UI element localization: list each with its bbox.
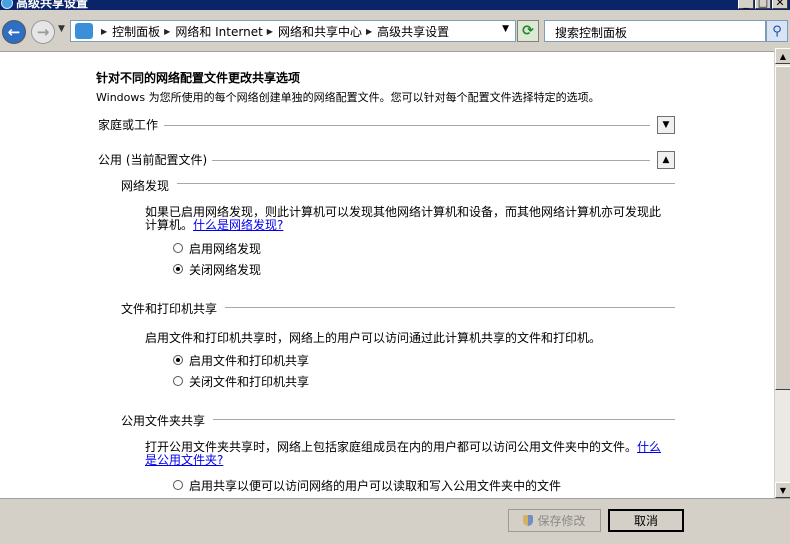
cancel-button[interactable]: 取消 xyxy=(608,509,684,532)
chevron-down-icon: ▼ xyxy=(779,485,787,495)
label-enable-file-printer-sharing[interactable]: 启用文件和打印机共享 xyxy=(189,352,309,369)
save-changes-button[interactable]: 保存修改 xyxy=(508,509,601,532)
divider xyxy=(212,160,650,161)
chevron-down-icon[interactable]: ▼ xyxy=(502,24,509,34)
title-bar: 高级共享设置 _ □ ✕ xyxy=(0,0,790,10)
window-title: 高级共享设置 xyxy=(16,0,89,10)
label-disable-file-printer-sharing[interactable]: 关闭文件和打印机共享 xyxy=(189,373,309,390)
scroll-down-button[interactable]: ▼ xyxy=(775,482,790,498)
profile-home-work-label[interactable]: 家庭或工作 xyxy=(98,116,158,133)
chevron-right-icon[interactable]: ▶ xyxy=(101,27,107,36)
refresh-button[interactable]: ⟳ xyxy=(517,20,539,42)
section-title-public-folder-sharing: 公用文件夹共享 xyxy=(121,414,206,428)
expand-home-work-button[interactable]: ▼ xyxy=(657,116,675,134)
file-printer-sharing-description: 启用文件和打印机共享时，网络上的用户可以访问通过此计算机共享的文件和打印机。 xyxy=(145,331,602,345)
label-disable-network-discovery[interactable]: 关闭网络发现 xyxy=(189,261,261,278)
refresh-icon: ⟳ xyxy=(522,23,534,39)
label-enable-network-discovery[interactable]: 启用网络发现 xyxy=(189,240,261,257)
footer-bar: 保存修改 取消 xyxy=(0,498,790,544)
label-enable-public-folder-sharing[interactable]: 启用共享以便可以访问网络的用户可以读取和写入公用文件夹中的文件 xyxy=(189,477,561,494)
maximize-button[interactable]: □ xyxy=(755,0,771,9)
divider xyxy=(225,307,675,308)
public-folder-desc-line1: 打开公用文件夹共享时，网络上包括家庭组成员在内的用户都可以访问公用文件夹中的文件… xyxy=(145,440,638,454)
network-discovery-description: 如果已启用网络发现，则此计算机可以发现其他网络计算机和设备，而其他网络计算机亦可… xyxy=(145,206,675,232)
public-folder-help-link-part2[interactable]: 是公用文件夹? xyxy=(145,453,223,467)
radio-enable-public-folder-sharing[interactable] xyxy=(173,480,183,490)
scroll-up-button[interactable]: ▲ xyxy=(775,48,790,64)
radio-disable-network-discovery[interactable] xyxy=(173,264,183,274)
cancel-label: 取消 xyxy=(633,514,658,528)
minimize-button[interactable]: _ xyxy=(738,0,754,9)
divider xyxy=(177,183,675,184)
save-changes-label: 保存修改 xyxy=(537,514,586,528)
search-icon: ⚲ xyxy=(772,23,782,39)
close-button[interactable]: ✕ xyxy=(772,0,788,9)
breadcrumb-item-sharing-center[interactable]: 网络和共享中心 xyxy=(278,23,362,40)
breadcrumb-item-network-internet[interactable]: 网络和 Internet xyxy=(175,23,262,40)
page-description: Windows 为您所使用的每个网络创建单独的网络配置文件。您可以针对每个配置文… xyxy=(96,91,600,104)
section-title-file-printer-sharing: 文件和打印机共享 xyxy=(121,302,218,316)
public-folder-help-link-part1[interactable]: 什么 xyxy=(637,440,661,454)
network-discovery-desc-line2: 计算机。 xyxy=(145,218,194,232)
network-location-icon xyxy=(75,23,93,39)
chevron-up-icon: ▲ xyxy=(662,155,670,165)
back-arrow-icon: ← xyxy=(7,22,21,41)
back-button[interactable]: ← xyxy=(2,20,26,44)
scroll-thumb[interactable] xyxy=(775,66,790,390)
breadcrumb-item-control-panel[interactable]: 控制面板 xyxy=(112,23,160,40)
main-content: 针对不同的网络配置文件更改共享选项 Windows 为您所使用的每个网络创建单独… xyxy=(0,53,774,498)
section-title-network-discovery: 网络发现 xyxy=(121,179,170,193)
vertical-scrollbar[interactable]: ▲ ▼ xyxy=(774,48,790,498)
radio-enable-network-discovery[interactable] xyxy=(173,243,183,253)
forward-button[interactable]: → xyxy=(31,20,55,44)
uac-shield-icon xyxy=(523,515,534,526)
recent-pages-dropdown[interactable]: ▼ xyxy=(58,24,65,34)
window-icon xyxy=(1,0,13,9)
collapse-public-button[interactable]: ▲ xyxy=(657,151,675,169)
divider xyxy=(213,419,675,420)
radio-disable-file-printer-sharing[interactable] xyxy=(173,376,183,386)
chevron-right-icon[interactable]: ▶ xyxy=(267,27,273,36)
chevron-right-icon[interactable]: ▶ xyxy=(366,27,372,36)
radio-enable-file-printer-sharing[interactable] xyxy=(173,355,183,365)
profile-public-label[interactable]: 公用 (当前配置文件) xyxy=(98,151,207,168)
breadcrumb-item-advanced-sharing[interactable]: 高级共享设置 xyxy=(377,23,449,40)
chevron-down-icon: ▼ xyxy=(662,120,670,130)
search-input[interactable]: 搜索控制面板 xyxy=(544,20,766,42)
page-title: 针对不同的网络配置文件更改共享选项 xyxy=(96,71,301,85)
public-folder-sharing-description: 打开公用文件夹共享时，网络上包括家庭组成员在内的用户都可以访问公用文件夹中的文件… xyxy=(145,441,675,467)
divider xyxy=(164,125,650,126)
search-button[interactable]: ⚲ xyxy=(766,20,788,42)
forward-arrow-icon: → xyxy=(36,22,50,41)
chevron-right-icon[interactable]: ▶ xyxy=(164,27,170,36)
address-bar: ← → ▼ ▶ 控制面板 ▶ 网络和 Internet ▶ 网络和共享中心 ▶ … xyxy=(0,10,790,52)
chevron-up-icon: ▲ xyxy=(779,51,787,61)
network-discovery-help-link[interactable]: 什么是网络发现? xyxy=(193,218,283,232)
breadcrumb[interactable]: ▶ 控制面板 ▶ 网络和 Internet ▶ 网络和共享中心 ▶ 高级共享设置… xyxy=(70,20,516,42)
